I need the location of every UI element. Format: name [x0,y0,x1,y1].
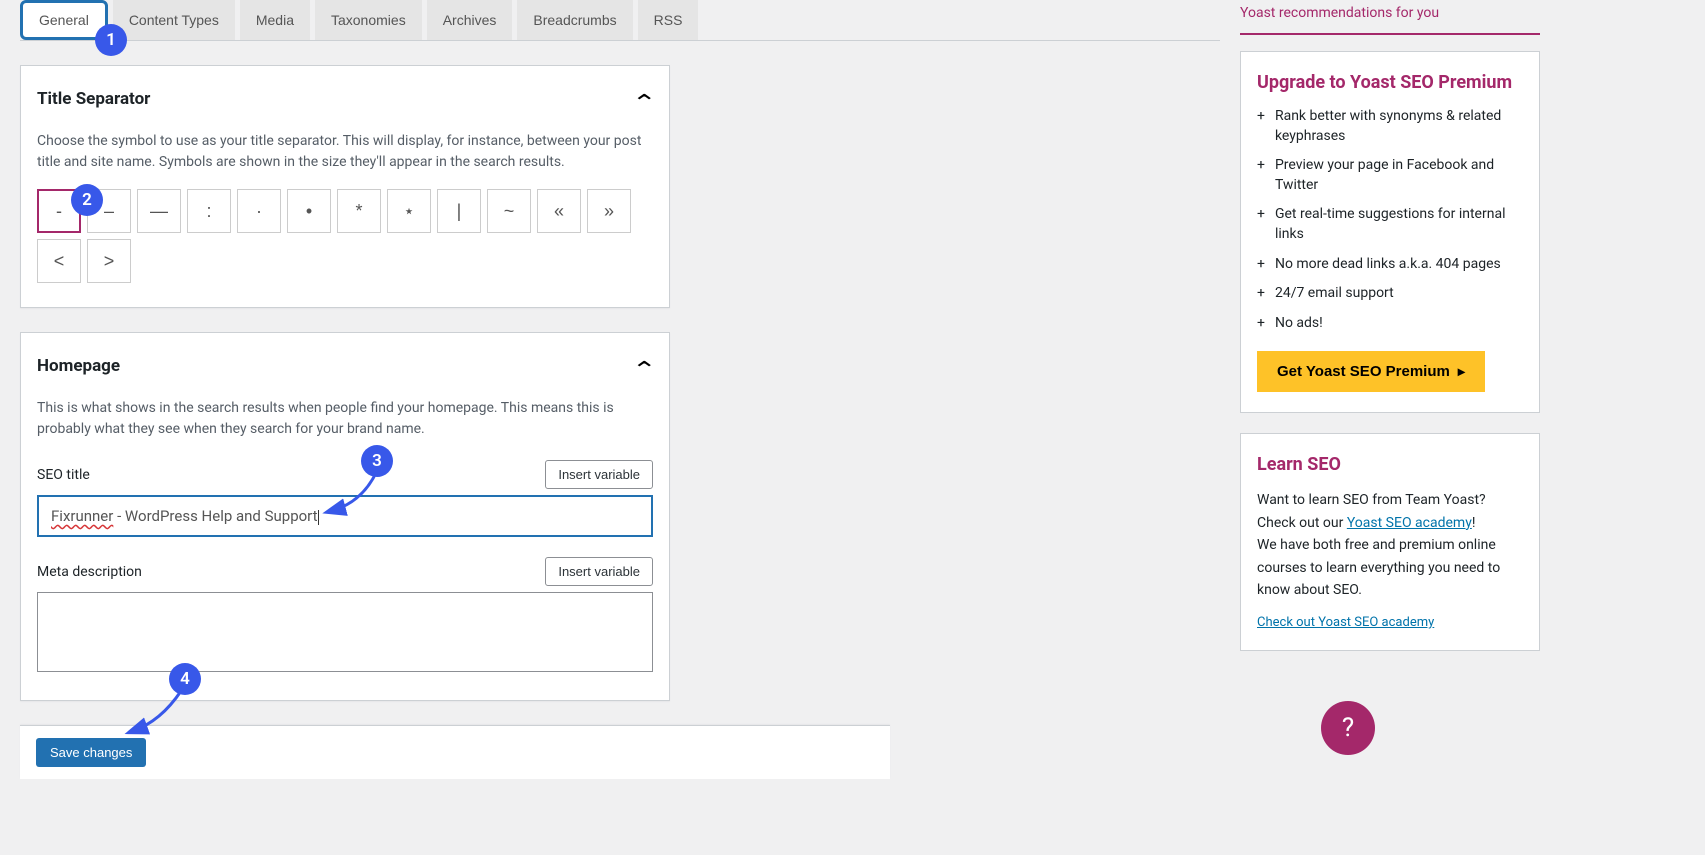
annotation-bubble-3: 3 [361,445,393,477]
separator-option[interactable]: — [137,189,181,233]
premium-benefits-list: +Rank better with synonyms & related key… [1257,107,1523,333]
premium-benefit-item: +Preview your page in Facebook and Twitt… [1257,156,1523,195]
meta-desc-label: Meta description [37,564,142,580]
premium-benefit-item: +No more dead links a.k.a. 404 pages [1257,255,1523,275]
tab-taxonomies[interactable]: Taxonomies [315,0,422,40]
get-premium-button[interactable]: Get Yoast SEO Premium [1257,351,1485,392]
separator-option[interactable]: « [537,189,581,233]
insert-variable-seo-title[interactable]: Insert variable [545,460,653,489]
separator-option[interactable]: : [187,189,231,233]
plus-icon: + [1257,107,1265,146]
learn-seo-box: Learn SEO Want to learn SEO from Team Yo… [1240,433,1540,651]
homepage-header[interactable]: Homepage [21,333,669,398]
seo-title-brand: Fixrunner [51,507,113,525]
learn-seo-heading: Learn SEO [1257,454,1523,475]
separator-option[interactable]: > [87,239,131,283]
separator-option[interactable]: · [237,189,281,233]
separator-options: -–—:·•*⋆|~«»<> [37,189,653,283]
academy-link-2[interactable]: Check out Yoast SEO academy [1257,615,1434,630]
chevron-up-icon [635,353,653,378]
tab-general[interactable]: General [20,0,108,40]
title-separator-heading: Title Separator [37,89,150,109]
seo-title-label: SEO title [37,467,90,483]
chevron-up-icon [635,86,653,111]
separator-option[interactable]: * [337,189,381,233]
academy-link-1[interactable]: Yoast SEO academy [1347,515,1472,531]
meta-desc-input[interactable] [37,592,653,672]
tab-content-types[interactable]: Content Types [113,0,235,40]
insert-variable-meta-desc[interactable]: Insert variable [545,557,653,586]
homepage-heading: Homepage [37,356,120,376]
plus-icon: + [1257,284,1265,304]
tab-archives[interactable]: Archives [427,0,513,40]
premium-heading: Upgrade to Yoast SEO Premium [1257,72,1523,93]
separator-option[interactable]: ⋆ [387,189,431,233]
separator-option[interactable]: » [587,189,631,233]
help-fab-button[interactable]: ? [1321,701,1375,755]
settings-tabs: General Content Types Media Taxonomies A… [20,0,1220,41]
premium-benefit-item: +No ads! [1257,314,1523,334]
plus-icon: + [1257,205,1265,244]
annotation-bubble-2: 2 [71,184,103,216]
plus-icon: + [1257,255,1265,275]
tab-media[interactable]: Media [240,0,310,40]
title-separator-description: Choose the symbol to use as your title s… [37,131,653,173]
annotation-bubble-1: 1 [95,24,127,56]
tab-breadcrumbs[interactable]: Breadcrumbs [517,0,632,40]
separator-option[interactable]: < [37,239,81,283]
annotation-bubble-4: 4 [169,663,201,695]
premium-promo: Upgrade to Yoast SEO Premium +Rank bette… [1240,51,1540,413]
separator-option[interactable]: | [437,189,481,233]
tab-rss[interactable]: RSS [638,0,699,40]
separator-option[interactable]: • [287,189,331,233]
homepage-description: This is what shows in the search results… [37,398,653,440]
title-separator-header[interactable]: Title Separator [21,66,669,131]
plus-icon: + [1257,156,1265,195]
learn-desc-2: We have both free and premium online cou… [1257,534,1523,601]
premium-benefit-item: +24/7 email support [1257,284,1523,304]
learn-desc-1b: ! [1472,515,1476,531]
seo-title-rest: - WordPress Help and Support [113,507,317,525]
recommendations-title: Yoast recommendations for you [1240,0,1540,35]
separator-option[interactable]: ~ [487,189,531,233]
plus-icon: + [1257,314,1265,334]
premium-benefit-item: +Rank better with synonyms & related key… [1257,107,1523,146]
premium-benefit-item: +Get real-time suggestions for internal … [1257,205,1523,244]
